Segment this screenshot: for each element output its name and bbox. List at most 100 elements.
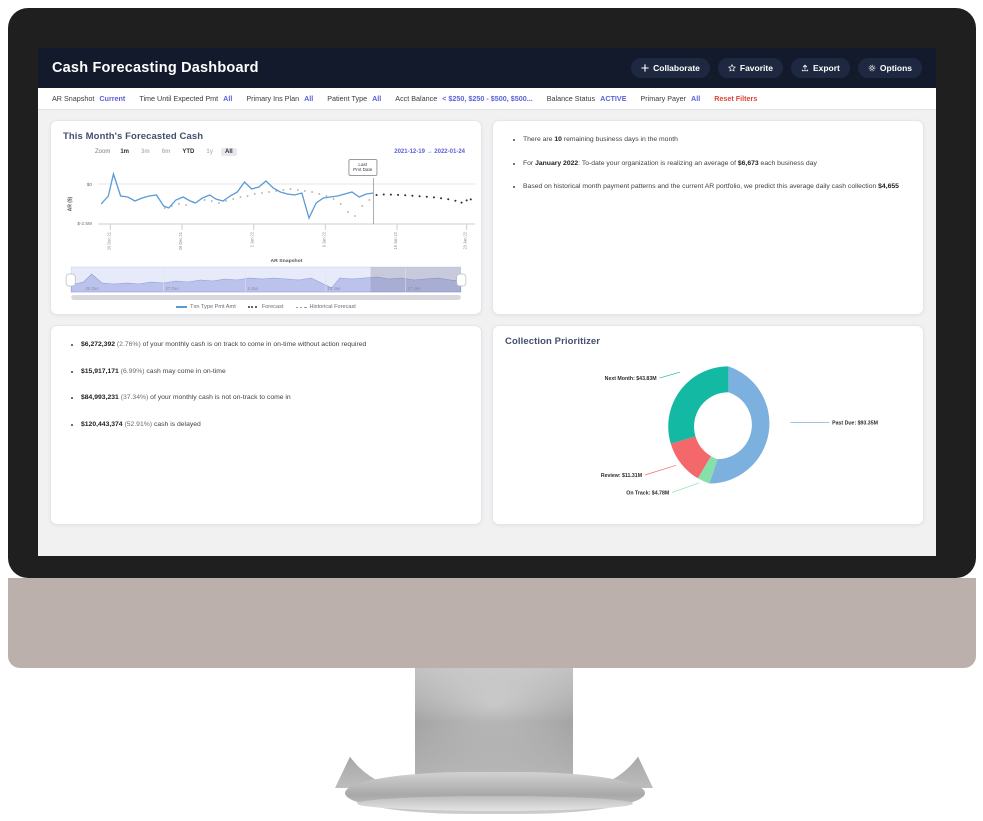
gear-icon bbox=[868, 64, 876, 72]
collaborate-label: Collaborate bbox=[653, 63, 700, 73]
chart-navigator[interactable]: 20 Dec 27 Dec 3 Jan 10 Jan 17 Jan bbox=[51, 266, 481, 302]
titlebar-actions: Collaborate Favorite Export Options bbox=[631, 58, 922, 78]
breakdown-item-1: $6,272,392 (2.76%) of your monthly cash … bbox=[81, 340, 465, 350]
favorite-button[interactable]: Favorite bbox=[717, 58, 783, 78]
filter-balance-status[interactable]: Balance Status ACTIVE bbox=[547, 94, 627, 103]
export-label: Export bbox=[812, 63, 840, 73]
svg-text:23 Jan 22: 23 Jan 22 bbox=[463, 231, 468, 249]
page-title: Cash Forecasting Dashboard bbox=[52, 60, 259, 76]
date-from[interactable]: 2021-12-19 bbox=[394, 149, 425, 155]
filter-bar: AR Snapshot Current Time Until Expected … bbox=[38, 88, 936, 110]
filter-value[interactable]: All bbox=[223, 94, 232, 103]
forecast-line-chart[interactable]: $0 $-2.5M AR ($) 19 Dec 21 26 Dec 21 2 J… bbox=[51, 156, 481, 266]
chart-zoom-controls: Zoom 1m 3m 6m YTD 1y All 2021-12-19 → 20… bbox=[51, 142, 481, 156]
legend-item-txn-type-pmt-amt[interactable]: Txn Type Pmt Amt bbox=[176, 304, 236, 310]
legend-label: Txn Type Pmt Amt bbox=[190, 304, 236, 310]
chart-date-range[interactable]: 2021-12-19 → 2022-01-24 bbox=[394, 149, 481, 155]
insight-pre: There are bbox=[523, 136, 555, 143]
options-label: Options bbox=[879, 63, 912, 73]
collection-donut-chart[interactable]: Past Due: $93.35M Next Month: $43.83M Re… bbox=[493, 347, 923, 507]
options-button[interactable]: Options bbox=[857, 58, 922, 78]
filter-acct-balance[interactable]: Acct Balance < $250, $250 - $500, $500..… bbox=[395, 94, 532, 103]
legend-item-historical-forecast[interactable]: Historical Forecast bbox=[295, 304, 356, 310]
reset-filters-button[interactable]: Reset Filters bbox=[714, 94, 757, 103]
filter-value[interactable]: All bbox=[691, 94, 700, 103]
legend-item-forecast[interactable]: Forecast bbox=[247, 304, 284, 310]
legend-label: Forecast bbox=[261, 304, 284, 310]
svg-text:$-2.5M: $-2.5M bbox=[77, 221, 92, 226]
navigator-svg[interactable]: 20 Dec 27 Dec 3 Jan 10 Jan 17 Jan bbox=[63, 266, 469, 302]
donut-slice-next-month bbox=[668, 366, 729, 444]
monitor-chin bbox=[8, 578, 976, 668]
breakdown-text: of your monthly cash is not on-track to … bbox=[148, 394, 291, 402]
breakdown-amount: $84,993,231 bbox=[81, 394, 119, 402]
filter-value[interactable]: Current bbox=[99, 94, 125, 103]
svg-text:16 Jan 22: 16 Jan 22 bbox=[393, 231, 398, 249]
line-chart-svg: $0 $-2.5M AR ($) 19 Dec 21 26 Dec 21 2 J… bbox=[67, 171, 475, 264]
zoom-option-ytd[interactable]: YTD bbox=[178, 148, 198, 156]
filter-value[interactable]: All bbox=[304, 94, 313, 103]
breakdown-pct: (37.34%) bbox=[120, 394, 149, 402]
monitor-stand-base bbox=[345, 772, 645, 814]
favorite-label: Favorite bbox=[739, 63, 773, 73]
insights-list: There are 10 remaining business days in … bbox=[493, 121, 923, 192]
collaborate-button[interactable]: Collaborate bbox=[631, 58, 710, 78]
svg-text:10 Jan: 10 Jan bbox=[328, 286, 342, 291]
filter-patient-type[interactable]: Patient Type All bbox=[327, 94, 381, 103]
legend-label: Historical Forecast bbox=[309, 304, 356, 310]
filter-value[interactable]: < $250, $250 - $500, $500... bbox=[442, 94, 533, 103]
filter-label: Primary Ins Plan bbox=[246, 94, 300, 103]
breakdown-pct: (2.76%) bbox=[116, 341, 141, 348]
upload-icon bbox=[801, 64, 809, 72]
svg-text:9 Jan 22: 9 Jan 22 bbox=[321, 231, 326, 247]
filter-primary-ins-plan[interactable]: Primary Ins Plan All bbox=[246, 94, 313, 103]
donut-label-next-month: Next Month: $43.83M bbox=[605, 376, 657, 382]
date-to[interactable]: 2022-01-24 bbox=[434, 149, 465, 155]
filter-ar-snapshot[interactable]: AR Snapshot Current bbox=[52, 94, 125, 103]
zoom-label: Zoom bbox=[95, 149, 111, 155]
chart-legend: Txn Type Pmt Amt Forecast Historical For… bbox=[51, 304, 481, 310]
breakdown-pct: (52.91%) bbox=[124, 420, 153, 428]
zoom-option-all[interactable]: All bbox=[221, 148, 237, 156]
breakdown-text: cash is delayed bbox=[152, 420, 201, 428]
cash-breakdown-card: $6,272,392 (2.76%) of your monthly cash … bbox=[50, 325, 482, 525]
svg-text:17 Jan: 17 Jan bbox=[407, 286, 421, 291]
breakdown-list: $6,272,392 (2.76%) of your monthly cash … bbox=[51, 326, 481, 429]
app-titlebar: Cash Forecasting Dashboard Collaborate F… bbox=[38, 48, 936, 88]
donut-label-past-due: Past Due: $93.35M bbox=[832, 421, 878, 427]
insight-bold-2: $6,673 bbox=[737, 159, 759, 167]
filter-primary-payer[interactable]: Primary Payer All bbox=[640, 94, 700, 103]
forecasted-cash-card: This Month's Forecasted Cash Zoom 1m 3m … bbox=[50, 120, 482, 315]
zoom-option-1y[interactable]: 1y bbox=[202, 148, 217, 156]
insight-post: : To-date your organization is realizing… bbox=[578, 159, 738, 167]
zoom-option-3m[interactable]: 3m bbox=[137, 148, 154, 156]
plus-icon bbox=[641, 64, 649, 72]
breakdown-text: cash may come in on-time bbox=[144, 367, 226, 375]
filter-label: Acct Balance bbox=[395, 94, 438, 103]
filter-value[interactable]: ACTIVE bbox=[600, 94, 626, 103]
filter-time-until-expected-pmt[interactable]: Time Until Expected Pmt All bbox=[139, 94, 232, 103]
insight-bold: January 2022 bbox=[535, 159, 579, 167]
svg-text:20 Dec: 20 Dec bbox=[86, 286, 101, 291]
zoom-option-6m[interactable]: 6m bbox=[158, 148, 175, 156]
donut-svg[interactable]: Past Due: $93.35M Next Month: $43.83M Re… bbox=[493, 347, 923, 507]
breakdown-pct: (6.99%) bbox=[120, 367, 145, 375]
filter-label: Primary Payer bbox=[640, 94, 687, 103]
donut-label-review: Review: $11.31M bbox=[601, 473, 642, 479]
breakdown-item-2: $15,917,171 (6.99%) cash may come in on-… bbox=[81, 367, 465, 377]
legend-swatch-dotted bbox=[247, 306, 259, 308]
collection-prioritizer-card: Collection Prioritizer Past Due: $93.35M… bbox=[492, 325, 924, 525]
breakdown-item-4: $120,443,374 (52.91%) cash is delayed bbox=[81, 420, 465, 430]
insight-post-2: each business day bbox=[758, 159, 817, 167]
breakdown-item-3: $84,993,231 (37.34%) of your monthly cas… bbox=[81, 393, 465, 403]
zoom-option-1m[interactable]: 1m bbox=[116, 148, 133, 156]
last-pmt-date-annotation: Last Pmt Date bbox=[348, 159, 378, 176]
forecasted-cash-title: This Month's Forecasted Cash bbox=[63, 131, 204, 142]
export-button[interactable]: Export bbox=[790, 58, 850, 78]
filter-label: Time Until Expected Pmt bbox=[139, 94, 219, 103]
svg-text:AR Snapshot: AR Snapshot bbox=[270, 258, 302, 264]
filter-label: Patient Type bbox=[327, 94, 368, 103]
filter-value[interactable]: All bbox=[372, 94, 381, 103]
legend-swatch-dashed bbox=[295, 306, 307, 308]
insight-item-3: Based on historical month payment patter… bbox=[523, 182, 907, 192]
